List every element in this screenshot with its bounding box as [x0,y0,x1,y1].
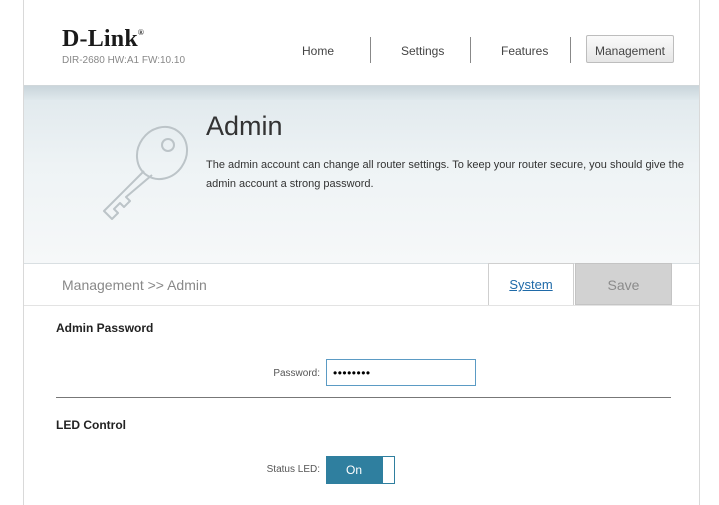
nav-management[interactable]: Management [586,35,674,63]
nav-settings[interactable]: Settings [401,44,444,58]
nav-separator [370,37,371,63]
toolbar-divider [24,305,699,306]
page-banner: Admin The admin account can change all r… [24,85,699,264]
status-led-toggle[interactable]: On [326,456,395,484]
banner-strip [24,86,699,100]
led-control-heading: LED Control [56,418,126,432]
router-admin-page: D-Link® DIR-2680 HW:A1 FW:10.10 Home Set… [23,0,700,505]
model-info: DIR-2680 HW:A1 FW:10.10 [62,55,186,66]
nav-home[interactable]: Home [302,44,334,58]
nav-separator [470,37,471,63]
section-divider [56,397,671,398]
password-field[interactable] [326,359,476,386]
brand-text: D-Link [62,26,138,52]
nav-management-label: Management [594,44,666,58]
key-icon [103,125,189,220]
system-button[interactable]: System [488,263,574,305]
toggle-knob[interactable] [382,456,395,484]
page-description: The admin account can change all router … [206,159,684,190]
admin-password-heading: Admin Password [56,321,154,335]
status-led-label: Status LED: [266,464,320,475]
system-button-label: System [509,277,553,292]
toggle-on-label: On [345,463,362,477]
dlink-logo[interactable]: D-Link® [62,26,144,53]
nav-features[interactable]: Features [501,44,548,58]
breadcrumb: Management >> Admin [62,277,207,293]
password-label: Password: [273,368,320,379]
page-title: Admin [206,111,283,141]
save-button[interactable]: Save [575,263,672,305]
toggle-on-state: On [326,456,382,484]
nav-separator [570,37,571,63]
save-button-label: Save [607,277,640,293]
